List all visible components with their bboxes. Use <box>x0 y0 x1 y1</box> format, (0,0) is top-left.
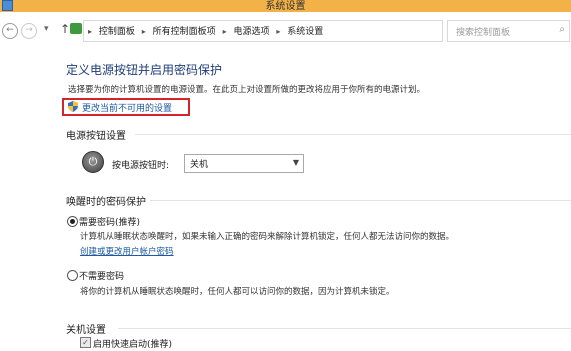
up-icon[interactable]: ↑ <box>60 22 70 36</box>
main-content: 定义电源按钮并启用密码保护 选择要为你的计算机设置的电源设置。在此页上对设置所做… <box>0 48 571 351</box>
no-password-note: 将你的计算机从睡眠状态唤醒时，任何人都可以访问你的数据，因为计算机未锁定。 <box>80 287 395 297</box>
power-button-section-title: 电源按钮设置 <box>66 131 126 142</box>
breadcrumb-item-power-options[interactable]: 电源选项 <box>233 24 269 37</box>
shutdown-section-title: 关机设置 <box>66 325 106 336</box>
power-button-action-value: 关机 <box>190 160 209 170</box>
power-button-action-select[interactable]: 关机 ▼ <box>184 154 304 173</box>
breadcrumb-item-control-panel[interactable]: 控制面板 <box>99 24 135 37</box>
no-password-radio[interactable] <box>67 270 78 281</box>
fast-startup-label[interactable]: 启用快速启动(推荐) <box>93 337 172 350</box>
breadcrumb[interactable]: ▸ 控制面板 ▸ 所有控制面板项 ▸ 电源选项 ▸ 系统设置 ▾ ↻ <box>70 20 510 42</box>
breadcrumb-item-all-items[interactable]: 所有控制面板项 <box>153 24 216 37</box>
divider <box>135 134 571 135</box>
breadcrumb-item-system-settings[interactable]: 系统设置 <box>287 24 323 37</box>
window-title: 系统设置 <box>265 1 306 12</box>
search-input[interactable]: 搜索控制面板 <box>456 25 510 38</box>
back-icon[interactable]: ← <box>2 23 18 39</box>
no-password-label[interactable]: 不需要密码 <box>79 269 124 282</box>
page-title: 定义电源按钮并启用密码保护 <box>66 63 223 77</box>
create-password-link[interactable]: 创建或更改用户帐户密码 <box>80 245 174 257</box>
control-panel-icon <box>70 23 82 34</box>
page-description: 选择要为你的计算机设置的电源设置。在此页上对设置所做的更改将应用于你所有的电源计… <box>68 85 426 95</box>
search-box[interactable]: 搜索控制面板 ⌕ <box>447 20 570 42</box>
chevron-down-icon: ▼ <box>292 158 299 167</box>
divider <box>118 328 571 329</box>
fast-startup-checkbox[interactable]: ✓ <box>80 337 91 348</box>
forward-icon[interactable]: → <box>21 23 37 39</box>
power-icon: ⏻ <box>82 151 104 173</box>
change-unavailable-settings-link[interactable]: 更改当前不可用的设置 <box>82 101 172 114</box>
require-password-radio[interactable] <box>67 216 78 227</box>
power-button-label: 按电源按钮时: <box>112 161 170 171</box>
wake-password-section-title: 唤醒时的密码保护 <box>66 197 146 208</box>
address-bar: ← → ▾ ↑ ▸ 控制面板 ▸ 所有控制面板项 ▸ 电源选项 ▸ 系统设置 ▾… <box>0 12 571 48</box>
recent-pages-dropdown-icon[interactable]: ▾ <box>44 24 49 34</box>
title-bar: 系统设置 <box>0 0 571 12</box>
divider <box>150 200 571 201</box>
require-password-label[interactable]: 需要密码(推荐) <box>79 215 140 228</box>
shield-icon <box>68 101 78 112</box>
search-icon[interactable]: ⌕ <box>559 24 565 35</box>
require-password-note: 计算机从睡眠状态唤醒时，如果未输入正确的密码来解除计算机锁定，任何人都无法访问你… <box>80 232 455 242</box>
